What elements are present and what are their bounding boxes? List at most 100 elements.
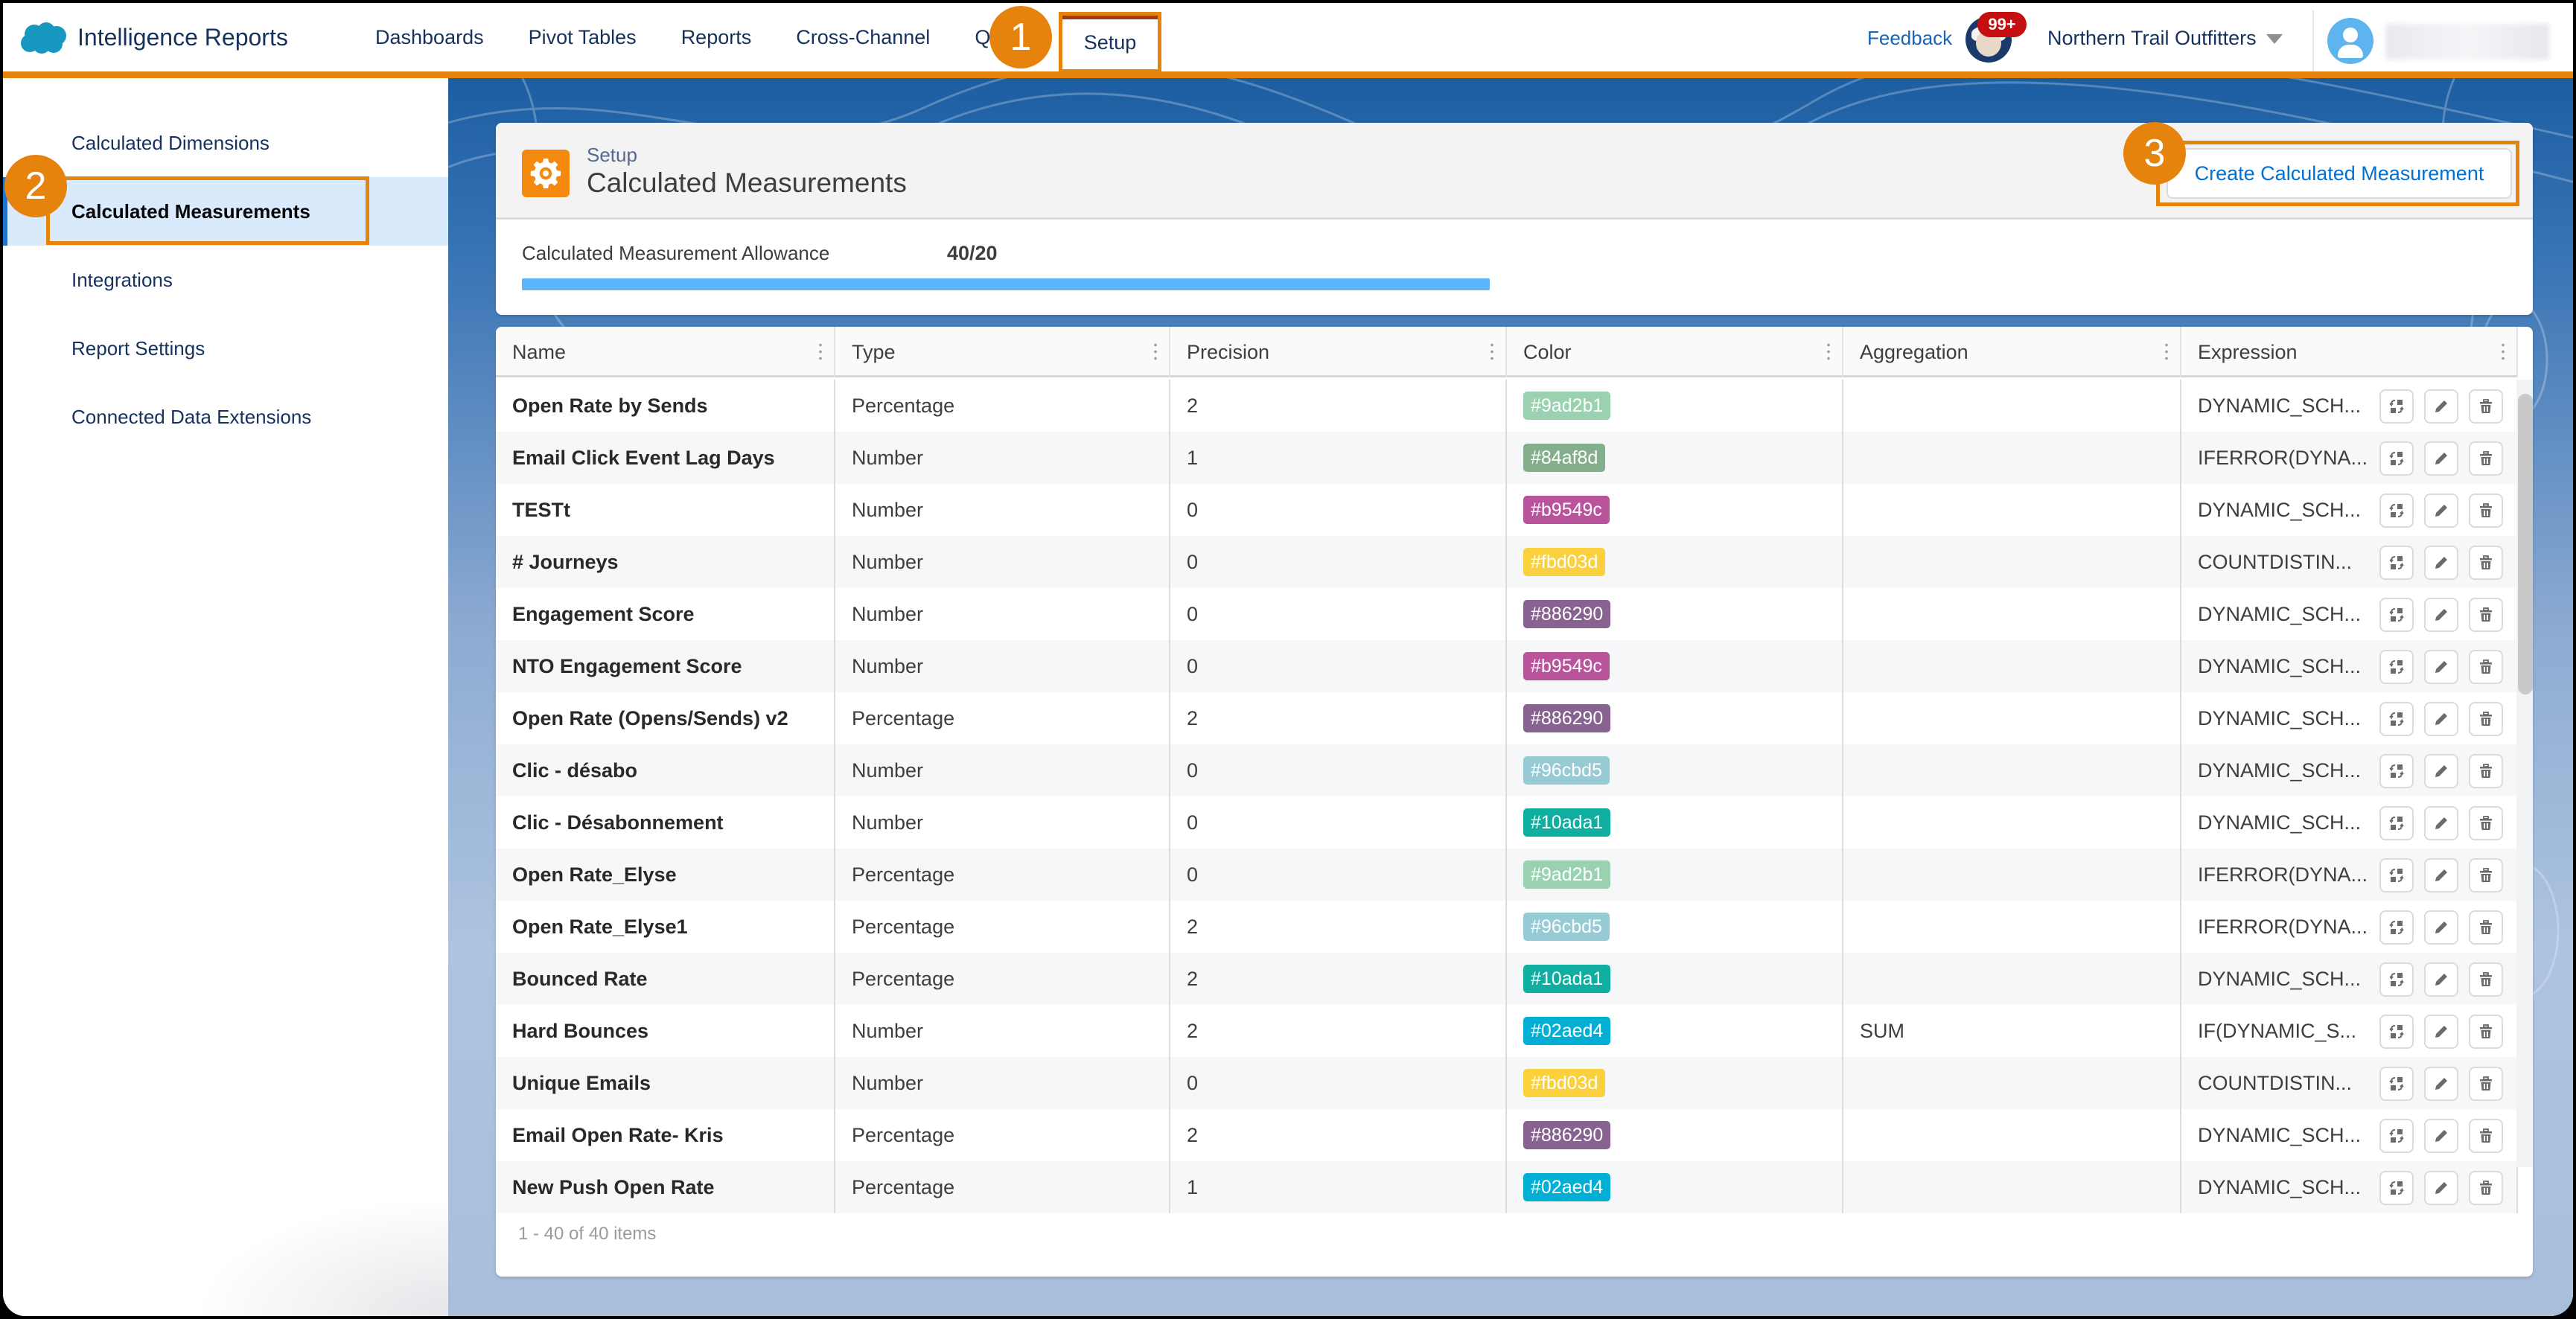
cell-precision: 2 — [1170, 1109, 1507, 1161]
sidebar-item-integrations[interactable]: Integrations — [3, 246, 448, 314]
delete-button[interactable] — [2469, 494, 2503, 528]
convert-button[interactable] — [2379, 962, 2414, 997]
table-row[interactable]: Engagement Score Number 0 #886290 DYNAMIC_SC… — [496, 588, 2518, 640]
convert-button[interactable] — [2379, 806, 2414, 840]
convert-button[interactable] — [2379, 910, 2414, 945]
delete-button[interactable] — [2469, 702, 2503, 736]
nav-tab-setup[interactable]: Setup — [1059, 12, 1161, 73]
edit-button[interactable] — [2424, 650, 2458, 684]
delete-button[interactable] — [2469, 1015, 2503, 1049]
table-row[interactable]: TESTt Number 0 #b9549c DYNAMIC_SCH... — [496, 484, 2518, 536]
table-row[interactable]: Bounced Rate Percentage 2 #10ada1 DYNAMIC_SC… — [496, 953, 2518, 1005]
convert-button[interactable] — [2379, 650, 2414, 684]
create-calculated-measurement-button[interactable]: Create Calculated Measurement — [2167, 148, 2512, 199]
column-menu-icon[interactable] — [819, 342, 822, 361]
table-row[interactable]: # Journeys Number 0 #fbd03d COUNTDISTIN... — [496, 536, 2518, 588]
edit-button[interactable] — [2424, 389, 2458, 424]
table-row[interactable]: New Push Open Rate Percentage 1 #02aed4 DYNA… — [496, 1161, 2518, 1213]
edit-button[interactable] — [2424, 962, 2458, 997]
table-scrollbar-thumb[interactable] — [2518, 394, 2533, 694]
column-header-type[interactable]: Type — [835, 327, 1170, 377]
edit-button[interactable] — [2424, 546, 2458, 580]
nav-tab-cross-channel[interactable]: Cross-Channel — [796, 26, 930, 49]
delete-button[interactable] — [2469, 441, 2503, 476]
convert-button[interactable] — [2379, 441, 2414, 476]
column-header-precision[interactable]: Precision — [1170, 327, 1507, 377]
column-header-color[interactable]: Color — [1507, 327, 1843, 377]
nav-tab-dashboards[interactable]: Dashboards — [375, 26, 484, 49]
table-row[interactable]: Open Rate by Sends Percentage 2 #9ad2b1 DYNA… — [496, 380, 2518, 432]
edit-button[interactable] — [2424, 598, 2458, 632]
delete-button[interactable] — [2469, 910, 2503, 945]
table-row[interactable]: Open Rate (Opens/Sends) v2 Percentage 2 #88… — [496, 692, 2518, 744]
edit-button[interactable] — [2424, 1067, 2458, 1101]
delete-button[interactable] — [2469, 858, 2503, 892]
org-switcher[interactable]: Northern Trail Outfitters — [2047, 27, 2257, 50]
column-menu-icon[interactable] — [2502, 342, 2505, 361]
cell-type: Number — [835, 432, 1170, 484]
delete-button[interactable] — [2469, 962, 2503, 997]
table-row[interactable]: Email Click Event Lag Days Number 1 #84af8d… — [496, 432, 2518, 484]
convert-button[interactable] — [2379, 1067, 2414, 1101]
column-header-aggregation[interactable]: Aggregation — [1843, 327, 2181, 377]
caret-down-icon[interactable] — [2266, 34, 2283, 44]
edit-button[interactable] — [2424, 806, 2458, 840]
user-name-redacted[interactable] — [2385, 24, 2549, 60]
edit-button[interactable] — [2424, 1171, 2458, 1205]
edit-button[interactable] — [2424, 910, 2458, 945]
convert-button[interactable] — [2379, 389, 2414, 424]
convert-button[interactable] — [2379, 754, 2414, 788]
nav-tab-pivot-tables[interactable]: Pivot Tables — [529, 26, 637, 49]
table-row[interactable]: Open Rate_Elyse1 Percentage 2 #96cbd5 IFERRO… — [496, 901, 2518, 953]
column-menu-icon[interactable] — [1154, 342, 1157, 361]
convert-button[interactable] — [2379, 1015, 2414, 1049]
delete-button[interactable] — [2469, 1067, 2503, 1101]
user-avatar-icon[interactable] — [2327, 18, 2373, 64]
nav-tab-reports[interactable]: Reports — [681, 26, 752, 49]
edit-button[interactable] — [2424, 441, 2458, 476]
column-menu-icon[interactable] — [1827, 342, 1830, 361]
column-menu-icon[interactable] — [1491, 342, 1493, 361]
delete-button[interactable] — [2469, 1119, 2503, 1153]
edit-icon — [2432, 554, 2450, 572]
cell-aggregation — [1843, 1161, 2181, 1213]
edit-button[interactable] — [2424, 1119, 2458, 1153]
edit-button[interactable] — [2424, 858, 2458, 892]
delete-button[interactable] — [2469, 754, 2503, 788]
sidebar-item-calculated-measurements[interactable]: Calculated Measurements — [3, 177, 448, 246]
delete-button[interactable] — [2469, 1171, 2503, 1205]
table-row[interactable]: Email Open Rate- Kris Percentage 2 #886290 D… — [496, 1109, 2518, 1161]
table-row[interactable]: Hard Bounces Number 2 #02aed4 SUM IF(DYNAMIC_… — [496, 1005, 2518, 1057]
delete-button[interactable] — [2469, 389, 2503, 424]
convert-button[interactable] — [2379, 702, 2414, 736]
column-menu-icon[interactable] — [2165, 342, 2168, 361]
convert-button[interactable] — [2379, 598, 2414, 632]
delete-button[interactable] — [2469, 806, 2503, 840]
delete-button[interactable] — [2469, 546, 2503, 580]
column-header-expression[interactable]: Expression — [2181, 327, 2518, 377]
edit-button[interactable] — [2424, 702, 2458, 736]
convert-button[interactable] — [2379, 1171, 2414, 1205]
edit-button[interactable] — [2424, 1015, 2458, 1049]
sidebar-item-connected-data-extensions[interactable]: Connected Data Extensions — [3, 383, 448, 451]
table-row[interactable]: Open Rate_Elyse Percentage 0 #9ad2b1 IFERROR… — [496, 849, 2518, 901]
delete-button[interactable] — [2469, 650, 2503, 684]
convert-button[interactable] — [2379, 546, 2414, 580]
table-row[interactable]: Unique Emails Number 0 #fbd03d COUNTDISTIN..… — [496, 1057, 2518, 1109]
sidebar-item-calculated-dimensions[interactable]: Calculated Dimensions — [3, 109, 448, 177]
table-row[interactable]: Clic - désabo Number 0 #96cbd5 DYNAMIC_SCH..… — [496, 744, 2518, 796]
edit-button[interactable] — [2424, 494, 2458, 528]
sidebar-item-report-settings[interactable]: Report Settings — [3, 314, 448, 383]
cell-aggregation — [1843, 484, 2181, 536]
delete-button[interactable] — [2469, 598, 2503, 632]
column-header-name[interactable]: Name — [496, 327, 835, 377]
cell-color: #02aed4 — [1507, 1005, 1843, 1057]
table-row[interactable]: Clic - Désabonnement Number 0 #10ada1 DYNAMI… — [496, 796, 2518, 849]
table-row[interactable]: NTO Engagement Score Number 0 #b9549c DYNAMI… — [496, 640, 2518, 692]
convert-button[interactable] — [2379, 858, 2414, 892]
feedback-link[interactable]: Feedback — [1867, 27, 1952, 50]
convert-button[interactable] — [2379, 494, 2414, 528]
edit-button[interactable] — [2424, 754, 2458, 788]
cell-text: Email Open Rate- Kris — [512, 1123, 724, 1146]
convert-button[interactable] — [2379, 1119, 2414, 1153]
